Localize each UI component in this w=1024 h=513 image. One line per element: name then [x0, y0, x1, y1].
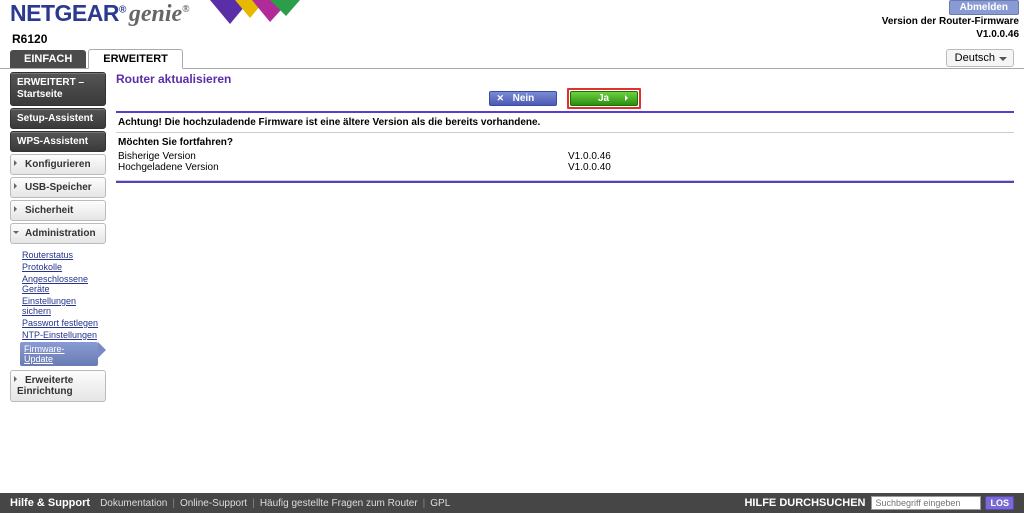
search-label: HILFE DURCHSUCHEN: [744, 497, 865, 509]
chevron-right-icon: [14, 160, 20, 166]
submenu-router-status[interactable]: Routerstatus: [22, 249, 106, 261]
sidebar-administration[interactable]: Administration: [10, 223, 106, 244]
sidebar-wps-wizard[interactable]: WPS-Assistent: [10, 131, 106, 152]
arrow-right-icon: [625, 95, 631, 101]
x-icon: ✕: [496, 93, 504, 104]
sidebar: ERWEITERT – Startseite Setup-Assistent W…: [0, 69, 106, 509]
submenu-ntp-settings[interactable]: NTP-Einstellungen: [22, 329, 106, 341]
language-select[interactable]: Deutsch: [946, 49, 1014, 67]
logout-button[interactable]: Abmelden: [949, 0, 1019, 15]
sidebar-item-label: Erweiterte Einrichtung: [17, 375, 73, 397]
footer-documentation[interactable]: Dokumentation: [100, 498, 167, 509]
chevron-down-icon: [13, 231, 19, 237]
uploaded-version-value: V1.0.0.40: [568, 162, 611, 173]
brand-logo: NETGEAR® genie®: [10, 0, 190, 28]
sidebar-advanced-setup[interactable]: Erweiterte Einrichtung: [10, 370, 106, 402]
table-row: Bisherige Version V1.0.0.46: [118, 151, 1012, 162]
search-input[interactable]: [871, 496, 981, 510]
content-panel: Router aktualisieren ✕ Nein Ja Achtung! D…: [106, 69, 1024, 509]
firmware-version: V1.0.0.46: [882, 29, 1019, 41]
submenu-attached-devices[interactable]: Angeschlossene Geräte: [22, 273, 106, 295]
footer-faq[interactable]: Häufig gestellte Fragen zum Router: [260, 498, 418, 509]
confirm-question: Möchten Sie fortfahren?: [118, 137, 1012, 148]
current-version-label: Bisherige Version: [118, 151, 568, 162]
button-label: Nein: [513, 93, 535, 104]
submenu-logs[interactable]: Protokolle: [22, 261, 106, 273]
yes-button[interactable]: Ja: [570, 91, 638, 106]
firmware-label: Version der Router-Firmware: [882, 16, 1019, 28]
page-title: Router aktualisieren: [116, 72, 1014, 86]
table-row: Hochgeladene Version V1.0.0.40: [118, 162, 1012, 173]
brand-sub: genie: [129, 1, 182, 27]
sidebar-configure[interactable]: Konfigurieren: [10, 154, 106, 175]
search-go-button[interactable]: LOS: [985, 496, 1014, 510]
no-button[interactable]: ✕ Nein: [489, 91, 557, 106]
sidebar-item-label: Konfigurieren: [25, 159, 91, 170]
submenu-backup-settings[interactable]: Einstellungen sichern: [22, 295, 106, 317]
sidebar-setup-wizard[interactable]: Setup-Assistent: [10, 108, 106, 129]
sidebar-security[interactable]: Sicherheit: [10, 200, 106, 221]
yes-button-highlight: Ja: [567, 88, 641, 109]
admin-submenu: Routerstatus Protokolle Angeschlossene G…: [10, 246, 106, 370]
footer: Hilfe & Support Dokumentation | Online-S…: [0, 493, 1024, 513]
tab-basic[interactable]: EINFACH: [10, 50, 86, 68]
submenu-firmware-update[interactable]: Firmware-Update: [20, 342, 98, 366]
tab-advanced[interactable]: ERWEITERT: [88, 49, 183, 69]
current-version-value: V1.0.0.46: [568, 151, 611, 162]
footer-online-support[interactable]: Online-Support: [180, 498, 247, 509]
footer-gpl[interactable]: GPL: [430, 498, 450, 509]
brand-main: NETGEAR: [10, 0, 119, 26]
chevron-right-icon: [14, 376, 20, 382]
decorative-triangles: [210, 0, 300, 28]
sidebar-item-label: Sicherheit: [25, 205, 73, 216]
uploaded-version-label: Hochgeladene Version: [118, 162, 568, 173]
submenu-set-password[interactable]: Passwort festlegen: [22, 317, 106, 329]
sidebar-home[interactable]: ERWEITERT – Startseite: [10, 72, 106, 106]
model-name: R6120: [0, 32, 1024, 46]
chevron-right-icon: [14, 206, 20, 212]
sidebar-item-label: Administration: [25, 228, 96, 239]
button-label: Ja: [598, 93, 609, 104]
chevron-right-icon: [14, 183, 20, 189]
sidebar-item-label: USB-Speicher: [25, 182, 92, 193]
footer-title: Hilfe & Support: [10, 497, 90, 509]
sidebar-usb[interactable]: USB-Speicher: [10, 177, 106, 198]
warning-message: Achtung! Die hochzuladende Firmware ist …: [116, 113, 1014, 133]
